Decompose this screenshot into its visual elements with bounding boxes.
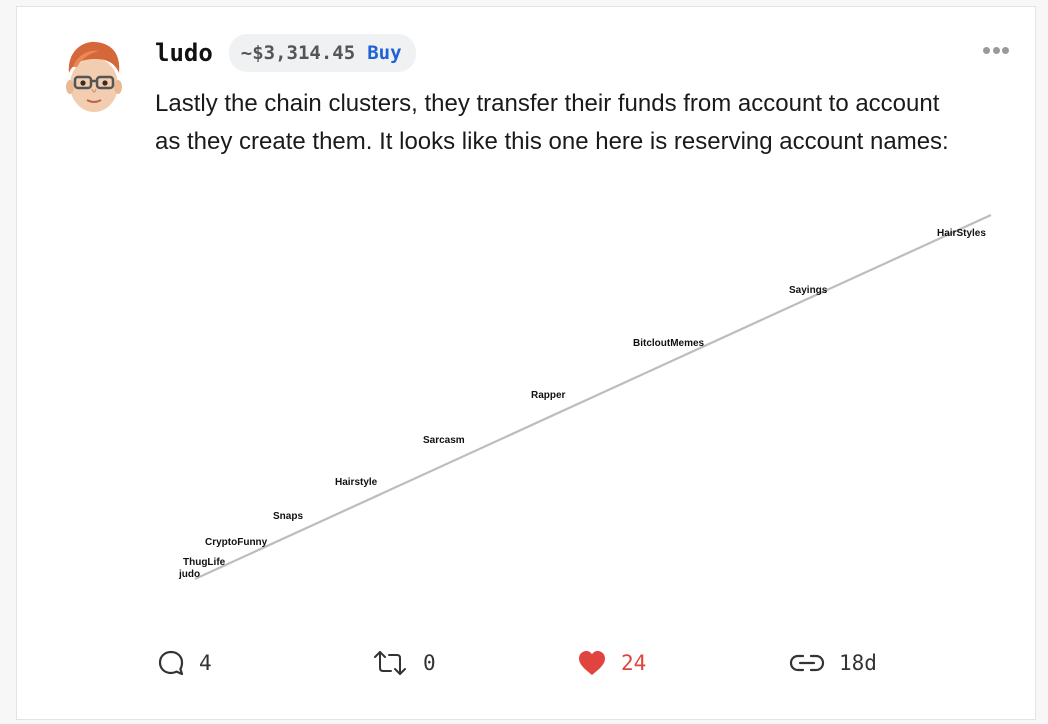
memoji-avatar-icon xyxy=(66,41,122,112)
post-card: ludo ~$3,314.45 Buy Lastly the chain clu… xyxy=(16,6,1036,720)
more-options-icon[interactable] xyxy=(983,43,1009,57)
chain-label-snaps: Snaps xyxy=(273,511,303,522)
like-button[interactable]: 24 xyxy=(577,643,646,683)
copy-link-button[interactable]: 18d xyxy=(789,643,877,683)
chain-label-bitcloutmemes: BitcloutMemes xyxy=(633,338,705,349)
link-icon xyxy=(789,654,825,672)
chain-label-cryptofunny: CryptoFunny xyxy=(205,537,268,548)
comment-icon xyxy=(158,650,184,676)
chain-label-hairstyles: HairStyles xyxy=(937,228,986,239)
coin-price-pill: ~$3,314.45 Buy xyxy=(228,34,416,72)
reclout-button[interactable]: 0 xyxy=(371,643,436,683)
heart-icon xyxy=(579,651,605,675)
post-body: Lastly the chain clusters, they transfer… xyxy=(155,90,949,155)
comment-button[interactable]: 4 xyxy=(157,643,212,683)
chain-line xyxy=(194,213,992,581)
chain-label-sarcasm: Sarcasm xyxy=(423,435,465,446)
chain-label-hairstyle: Hairstyle xyxy=(335,477,378,488)
post-header: ludo ~$3,314.45 Buy xyxy=(155,33,416,73)
buy-button[interactable]: Buy xyxy=(367,42,401,64)
reclout-count: 0 xyxy=(423,651,436,675)
account-chain-chart: judoThugLife CryptoFunny Snaps Hairstyle Sar… xyxy=(178,213,992,581)
chain-labels: judoThugLife CryptoFunny Snaps Hairstyle Sar… xyxy=(178,228,986,580)
comment-count: 4 xyxy=(199,651,212,675)
avatar[interactable] xyxy=(59,37,129,117)
reclout-icon xyxy=(374,651,406,675)
chain-label-sayings: Sayings xyxy=(789,285,828,296)
chain-label-judo: judo xyxy=(178,569,200,580)
like-count: 24 xyxy=(621,651,647,675)
action-bar: 4 0 24 18d xyxy=(157,643,917,683)
post-age: 18d xyxy=(839,651,877,675)
username-link[interactable]: ludo xyxy=(155,39,213,67)
chain-label-thuglife: ThugLife xyxy=(183,557,226,568)
coin-price: ~$3,314.45 xyxy=(240,42,356,64)
chain-label-rapper: Rapper xyxy=(531,390,566,401)
